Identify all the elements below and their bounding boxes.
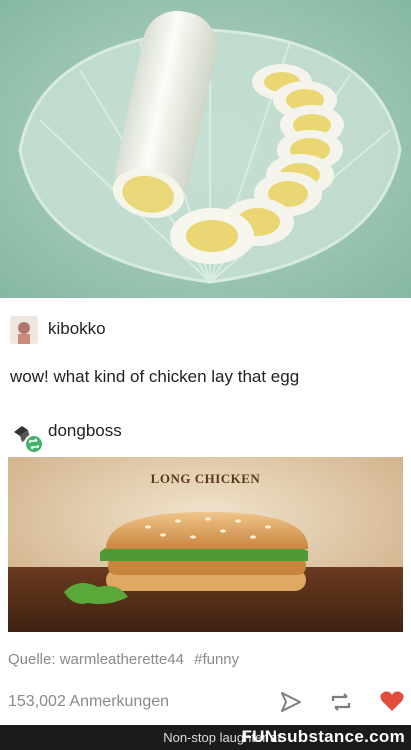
send-icon[interactable] xyxy=(279,690,303,719)
notes-count[interactable]: 153,002 Anmerkungen xyxy=(8,693,169,711)
watermark-brand[interactable]: FUNsubstance.com xyxy=(241,727,405,747)
egg-photo xyxy=(0,0,411,298)
burger-ad-image: LONG CHICKEN xyxy=(8,457,403,632)
ad-headline: LONG CHICKEN xyxy=(150,471,261,486)
post-username[interactable]: dongboss xyxy=(48,421,122,441)
tag-link[interactable]: #funny xyxy=(194,651,239,668)
source-line: Quelle: warmleatherette44 #funny xyxy=(8,651,239,668)
heart-icon[interactable] xyxy=(379,689,405,718)
reblog-badge-icon xyxy=(24,434,44,454)
source-label: Quelle: xyxy=(8,651,56,668)
source-blog-link[interactable]: warmleatherette44 xyxy=(60,651,184,668)
watermark-bar: Non-stop laughter at FUNsubstance.com xyxy=(0,725,411,750)
avatar[interactable] xyxy=(10,316,38,344)
post-username[interactable]: kibokko xyxy=(48,319,106,339)
reblog-icon[interactable] xyxy=(329,690,353,719)
post-comment: wow! what kind of chicken lay that egg xyxy=(10,367,300,386)
